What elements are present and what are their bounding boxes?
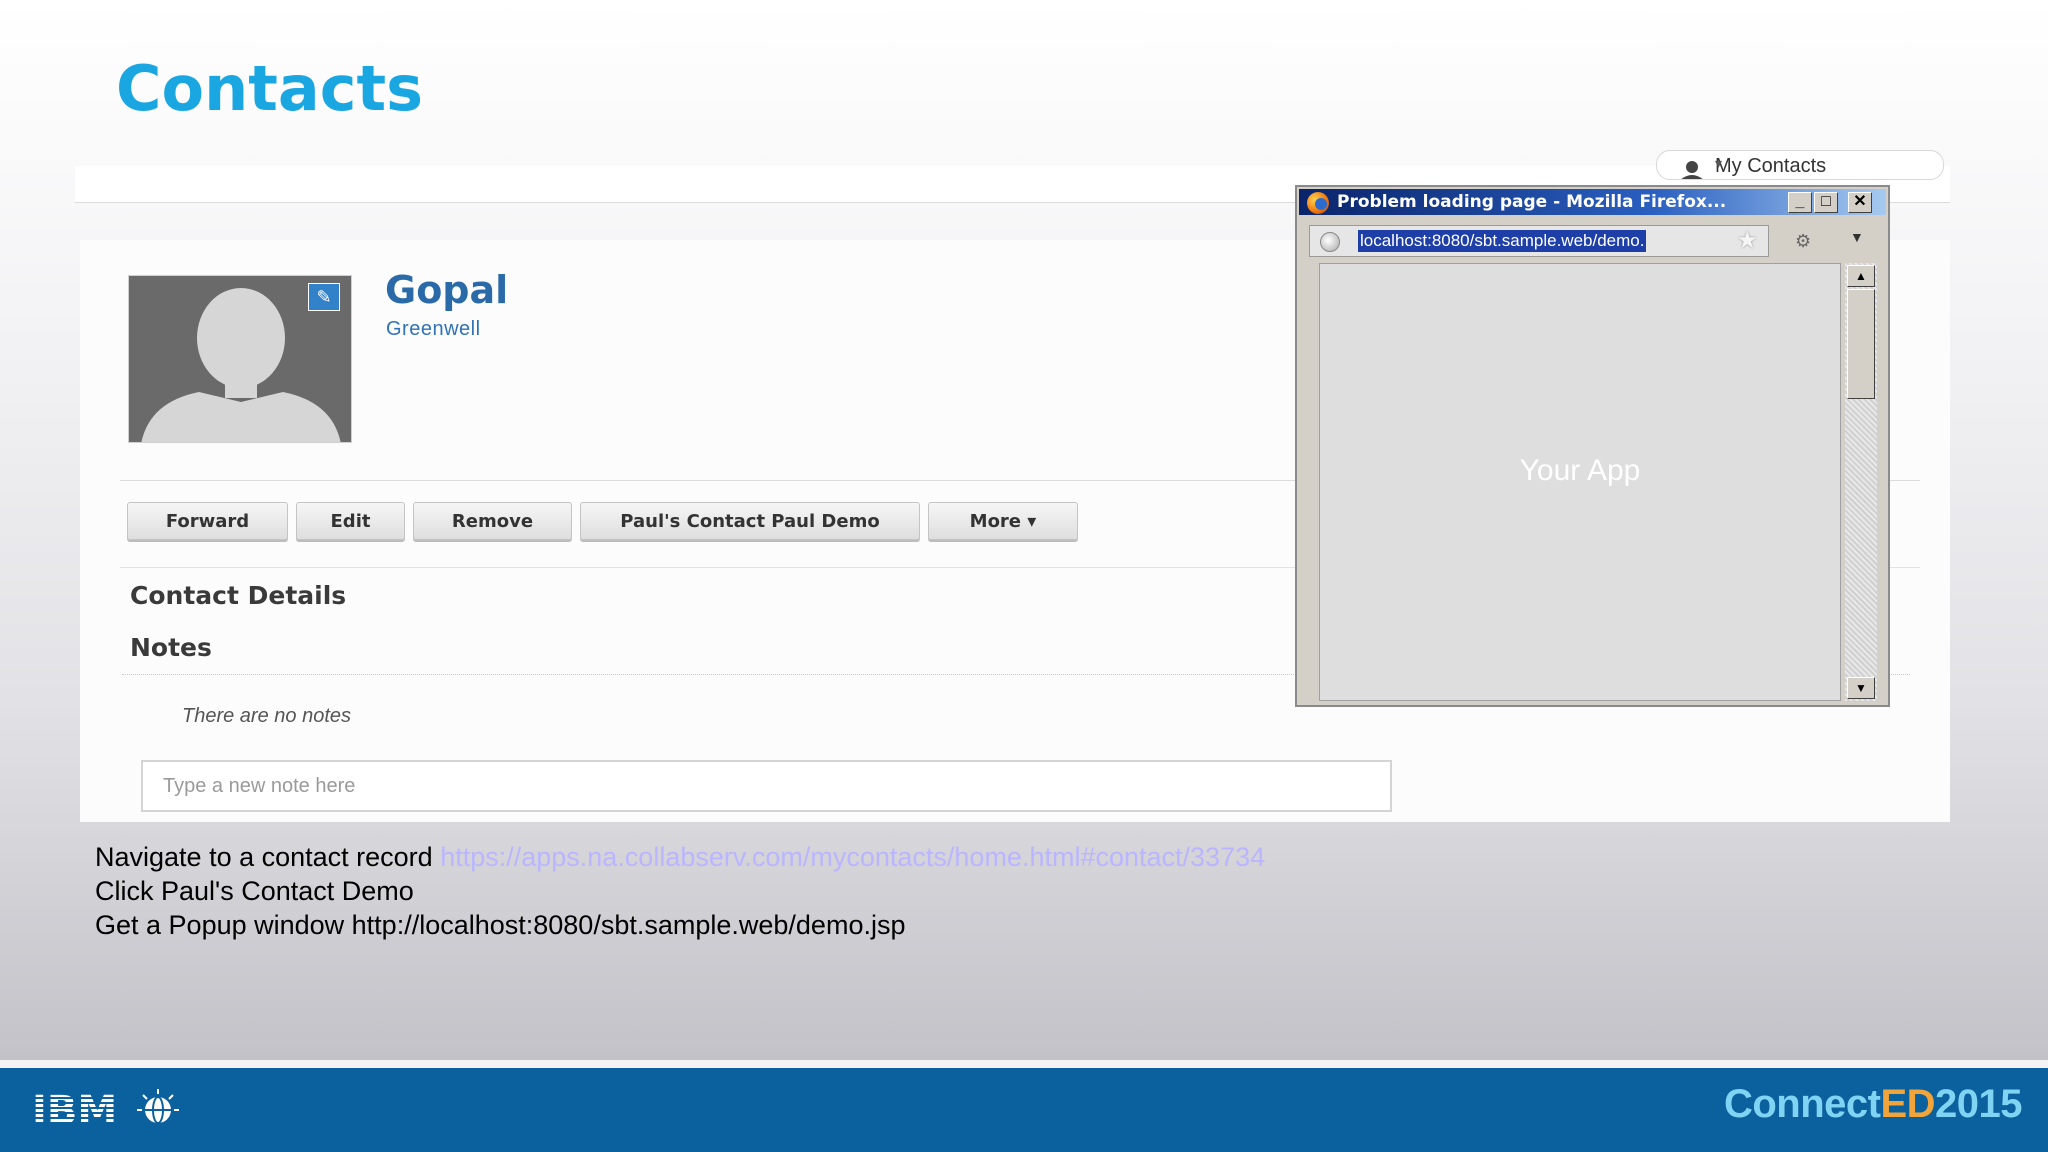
logo-year: 2015 (1935, 1082, 2022, 1126)
pauls-contact-demo-button[interactable]: Paul's Contact Paul Demo (580, 502, 920, 540)
star-icon[interactable]: ★ (1736, 228, 1758, 254)
scroll-up-icon[interactable]: ▲ (1847, 265, 1875, 287)
connected-2015-logo: ConnectED2015 (1723, 1082, 2023, 1127)
ibm-logo: IBM (32, 1088, 179, 1134)
minimize-button[interactable]: _ (1788, 192, 1812, 213)
pencil-icon[interactable]: ✎ (308, 283, 340, 311)
contact-last-name: Greenwell (386, 318, 481, 340)
notes-heading: Notes (130, 633, 212, 662)
no-notes-text: There are no notes (182, 705, 351, 727)
person-icon (1681, 161, 1703, 179)
addon-icon[interactable]: ⚙ (1795, 231, 1811, 252)
scroll-thumb[interactable] (1847, 289, 1875, 399)
vertical-scrollbar[interactable]: ▲ ▼ (1845, 263, 1877, 701)
remove-button[interactable]: Remove (413, 502, 572, 540)
footer-separator (0, 1060, 2048, 1068)
contact-details-heading[interactable]: Contact Details (130, 581, 346, 610)
your-app-text: Your App (1519, 454, 1641, 487)
ibm-wordmark: IBM (32, 1088, 117, 1134)
caption-line-1: Navigate to a contact record https://app… (95, 840, 1265, 874)
popup-title: Problem loading page - Mozilla Firefox..… (1337, 192, 1727, 212)
url-text[interactable]: localhost:8080/sbt.sample.web/demo. (1358, 230, 1647, 252)
popup-content: Your App (1319, 263, 1841, 701)
forward-button[interactable]: Forward (127, 502, 288, 540)
globe-icon (137, 1089, 179, 1124)
caption-line-2: Click Paul's Contact Demo (95, 876, 414, 906)
more-button[interactable]: More ▾ (928, 502, 1078, 540)
my-contacts-dropdown[interactable]: My Contacts ▾ (1656, 150, 1944, 180)
logo-ed: ED (1880, 1082, 1936, 1126)
url-bar[interactable]: localhost:8080/sbt.sample.web/demo. ★ (1309, 225, 1769, 257)
caption-line-1-text: Navigate to a contact record (95, 842, 441, 872)
logo-connect: Connect (1723, 1082, 1881, 1126)
maximize-button[interactable]: □ (1814, 192, 1838, 213)
popup-window: Problem loading page - Mozilla Firefox..… (1295, 185, 1890, 707)
firefox-icon (1307, 192, 1329, 214)
new-note-input[interactable] (141, 760, 1392, 812)
chevron-down-icon[interactable]: ▼ (1850, 229, 1864, 245)
chevron-down-icon: ▾ (1715, 155, 1723, 171)
popup-titlebar[interactable]: Problem loading page - Mozilla Firefox..… (1299, 189, 1886, 215)
caption: Navigate to a contact record https://app… (95, 840, 1265, 942)
contact-first-name: Gopal (385, 268, 509, 312)
footer: IBM ConnectED2015 (0, 1068, 2048, 1152)
globe-icon (1320, 232, 1340, 252)
edit-button[interactable]: Edit (296, 502, 405, 540)
contact-record-link[interactable]: https://apps.na.collabserv.com/mycontact… (440, 842, 1265, 872)
close-button[interactable]: ✕ (1848, 192, 1872, 213)
scroll-down-icon[interactable]: ▼ (1847, 677, 1875, 699)
slide-title: Contacts (116, 52, 424, 125)
caption-line-3: Get a Popup window http://localhost:8080… (95, 910, 906, 940)
